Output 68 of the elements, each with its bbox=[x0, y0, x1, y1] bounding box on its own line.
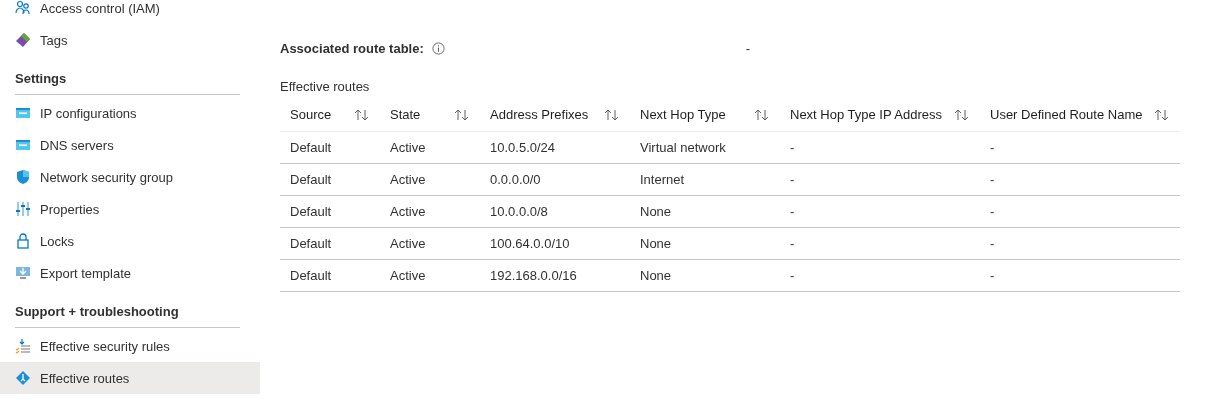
column-header[interactable]: Source bbox=[290, 107, 332, 123]
column-header[interactable]: Address Prefixes bbox=[490, 107, 589, 123]
table-cell: None bbox=[640, 267, 672, 283]
field-value: - bbox=[745, 40, 751, 56]
tag-icon bbox=[15, 32, 31, 48]
people-icon bbox=[15, 0, 31, 16]
sidebar-item[interactable]: Tags bbox=[0, 24, 260, 56]
table-cell: Active bbox=[390, 171, 426, 187]
section-header: Settings bbox=[15, 71, 240, 95]
sort-icon[interactable] bbox=[1154, 108, 1170, 121]
table-cell: None bbox=[640, 203, 672, 219]
table-cell: Active bbox=[390, 203, 426, 219]
table-cell: Active bbox=[390, 139, 426, 155]
sidebar-item[interactable]: Effective security rules bbox=[0, 330, 260, 362]
sidebar-item[interactable]: Effective routes bbox=[0, 362, 260, 394]
table-cell: 100.64.0.0/10 bbox=[490, 235, 570, 251]
table-cell: - bbox=[790, 235, 795, 251]
table-cell: Internet bbox=[640, 171, 685, 187]
sidebar-item[interactable]: Properties bbox=[0, 193, 260, 225]
table-cell: Default bbox=[290, 139, 332, 155]
table-cell: 192.168.0.0/16 bbox=[490, 267, 577, 283]
sort-icon[interactable] bbox=[354, 108, 370, 121]
sliders-icon bbox=[15, 201, 31, 217]
table-cell: - bbox=[990, 267, 995, 283]
sort-icon[interactable] bbox=[454, 108, 470, 121]
sidebar-item[interactable]: IP configurations bbox=[0, 97, 260, 129]
table-cell: Virtual network bbox=[640, 139, 726, 155]
table-cell: Active bbox=[390, 267, 426, 283]
field-label: Associated route table: bbox=[280, 40, 424, 56]
diamond-route-icon bbox=[15, 370, 31, 386]
sidebar-item[interactable]: Network security group bbox=[0, 161, 260, 193]
table-cell: 10.0.0.0/8 bbox=[490, 203, 548, 219]
lock-icon bbox=[15, 233, 31, 249]
table-cell: Active bbox=[390, 235, 426, 251]
table-cell: None bbox=[640, 235, 672, 251]
table-cell: - bbox=[990, 139, 995, 155]
table-cell: Default bbox=[290, 171, 332, 187]
table-cell: - bbox=[990, 171, 995, 187]
checklist-icon bbox=[15, 338, 31, 354]
table-cell: Default bbox=[290, 267, 332, 283]
table-cell: 10.0.5.0/24 bbox=[490, 139, 556, 155]
table-cell: - bbox=[790, 139, 795, 155]
shield-icon bbox=[15, 169, 31, 185]
info-icon[interactable] bbox=[431, 41, 445, 55]
table-cell: - bbox=[790, 203, 795, 219]
sidebar-item[interactable]: DNS servers bbox=[0, 129, 260, 161]
column-header[interactable]: User Defined Route Name bbox=[990, 107, 1143, 123]
sidebar-item[interactable]: Export template bbox=[0, 257, 260, 289]
table-cell: - bbox=[990, 235, 995, 251]
table-cell: 0.0.0.0/0 bbox=[490, 171, 541, 187]
table-cell: - bbox=[790, 267, 795, 283]
section-title: Effective routes bbox=[280, 79, 371, 94]
section-header: Support + troubleshooting bbox=[15, 304, 240, 328]
monitor-download-icon bbox=[15, 265, 31, 281]
sort-icon[interactable] bbox=[954, 108, 970, 121]
table-cell: - bbox=[790, 171, 795, 187]
sidebar-item[interactable]: Locks bbox=[0, 225, 260, 257]
column-header[interactable]: Next Hop Type IP Address bbox=[790, 107, 942, 123]
table-cell: Default bbox=[290, 203, 332, 219]
sort-icon[interactable] bbox=[754, 108, 770, 121]
network-card-icon bbox=[15, 105, 31, 121]
network-card-icon bbox=[15, 137, 31, 153]
table-cell: Default bbox=[290, 235, 332, 251]
sort-icon[interactable] bbox=[604, 108, 620, 121]
column-header[interactable]: State bbox=[390, 107, 421, 123]
table-cell: - bbox=[990, 203, 995, 219]
sidebar-item[interactable]: Access control (IAM) bbox=[0, 0, 260, 24]
column-header[interactable]: Next Hop Type bbox=[640, 107, 726, 123]
